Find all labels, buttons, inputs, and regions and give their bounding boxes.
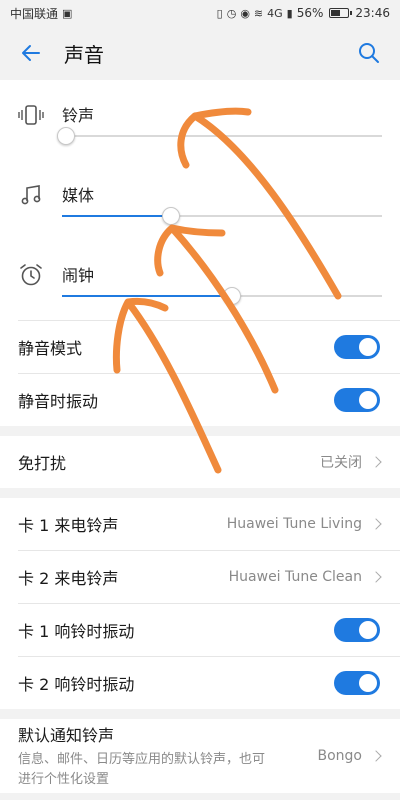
silent-mode-row[interactable]: 静音模式 [0, 321, 400, 373]
notification-value: Bongo [317, 748, 382, 764]
dnd-section: 免打扰 已关闭 [0, 436, 400, 488]
sim1-vibrate-toggle[interactable] [334, 618, 380, 642]
slider-thumb[interactable] [57, 127, 75, 145]
volume-row-alarm: 闹钟 [0, 240, 400, 320]
sim2-vibrate-toggle[interactable] [334, 671, 380, 695]
signal-icon: ▮ [286, 6, 293, 20]
sim2-vibrate-label: 卡 2 响铃时振动 [18, 675, 135, 694]
notification-texts: 默认通知铃声 信息、邮件、日历等应用的默认铃声，也可进行个性化设置 [18, 722, 268, 790]
chevron-right-icon [370, 571, 382, 583]
volume-label: 闹钟 [62, 266, 95, 285]
alarm-status-icon: ◷ [226, 6, 237, 20]
chevron-right-icon [370, 456, 382, 468]
sim1-ringtone-value: Huawei Tune Living [226, 516, 382, 532]
notification-desc: 信息、邮件、日历等应用的默认铃声，也可进行个性化设置 [18, 752, 266, 787]
notification-icon: ▣ [62, 6, 73, 20]
volume-label: 铃声 [62, 106, 95, 125]
sim1-vibrate-label: 卡 1 响铃时振动 [18, 622, 135, 641]
section-gap [0, 488, 400, 498]
chevron-right-icon [370, 518, 382, 530]
search-icon [359, 43, 379, 63]
vibrate-phone-icon [18, 105, 44, 125]
section-gap [0, 709, 400, 719]
clock: 23:46 [355, 6, 390, 20]
music-note-icon [21, 185, 41, 205]
wifi-icon: ≋ [253, 6, 264, 20]
volume-label: 媒体 [62, 186, 95, 205]
slider-fill [62, 215, 171, 217]
network-type-label: 4G [267, 6, 283, 20]
vibrate-silent-toggle[interactable] [334, 388, 380, 412]
sim2-ringtone-label: 卡 2 来电铃声 [18, 569, 119, 588]
notification-section: 默认通知铃声 信息、邮件、日历等应用的默认铃声，也可进行个性化设置 Bongo [0, 719, 400, 793]
notification-title: 默认通知铃声 [18, 726, 115, 745]
vibrate-silent-row[interactable]: 静音时振动 [0, 374, 400, 426]
sim1-ringtone-row[interactable]: 卡 1 来电铃声 Huawei Tune Living [0, 498, 400, 550]
battery-icon [329, 8, 353, 18]
battery-percent: 56% [296, 6, 324, 20]
dnd-label: 免打扰 [18, 454, 67, 473]
sim2-ringtone-value: Huawei Tune Clean [228, 569, 382, 585]
slider-fill [62, 295, 232, 297]
dnd-value: 已关闭 [320, 452, 382, 472]
sim2-vibrate-row[interactable]: 卡 2 响铃时振动 [0, 657, 400, 709]
vibrate-status-icon: ▯ [216, 6, 223, 20]
volume-section: 铃声 媒体 闹钟 静音模式 静音时振动 [0, 80, 400, 426]
volume-slider[interactable] [62, 287, 382, 305]
volume-row-ringtone: 铃声 [0, 80, 400, 160]
page-title: 声音 [64, 42, 104, 67]
ringtone-section: 卡 1 来电铃声 Huawei Tune Living 卡 2 来电铃声 Hua… [0, 498, 400, 709]
arrow-left-icon [22, 45, 40, 61]
vibrate-silent-label: 静音时振动 [18, 392, 99, 411]
silent-mode-toggle[interactable] [334, 335, 380, 359]
search-button[interactable] [354, 38, 384, 68]
sim1-ringtone-label: 卡 1 来电铃声 [18, 516, 119, 535]
silent-mode-label: 静音模式 [18, 339, 83, 358]
app-bar: 声音 [0, 26, 400, 80]
sim1-vibrate-row[interactable]: 卡 1 响铃时振动 [0, 604, 400, 656]
dnd-row[interactable]: 免打扰 已关闭 [0, 436, 400, 488]
volume-slider[interactable] [62, 207, 382, 225]
slider-thumb[interactable] [222, 287, 241, 305]
dnd-status: 已关闭 [320, 455, 362, 471]
sim2-ringtone-row[interactable]: 卡 2 来电铃声 Huawei Tune Clean [0, 551, 400, 603]
volume-row-media: 媒体 [0, 160, 400, 240]
alarm-clock-icon [20, 264, 42, 286]
sim2-ringtone-name: Huawei Tune Clean [228, 569, 362, 585]
carrier-label: 中国联通 [10, 6, 59, 21]
back-button[interactable] [16, 38, 46, 68]
sim1-ringtone-name: Huawei Tune Living [226, 516, 362, 532]
notification-tone-name: Bongo [317, 748, 363, 764]
chevron-right-icon [370, 750, 382, 762]
notification-tone-row[interactable]: 默认通知铃声 信息、邮件、日历等应用的默认铃声，也可进行个性化设置 Bongo [0, 719, 400, 793]
slider-thumb[interactable] [161, 207, 180, 225]
status-bar: 中国联通 ▣ ▯ ◷ ◉ ≋ 4G ▮ 56% 23:46 [0, 0, 400, 26]
eye-status-icon: ◉ [240, 6, 250, 20]
section-gap [0, 426, 400, 436]
volume-slider[interactable] [57, 127, 382, 145]
